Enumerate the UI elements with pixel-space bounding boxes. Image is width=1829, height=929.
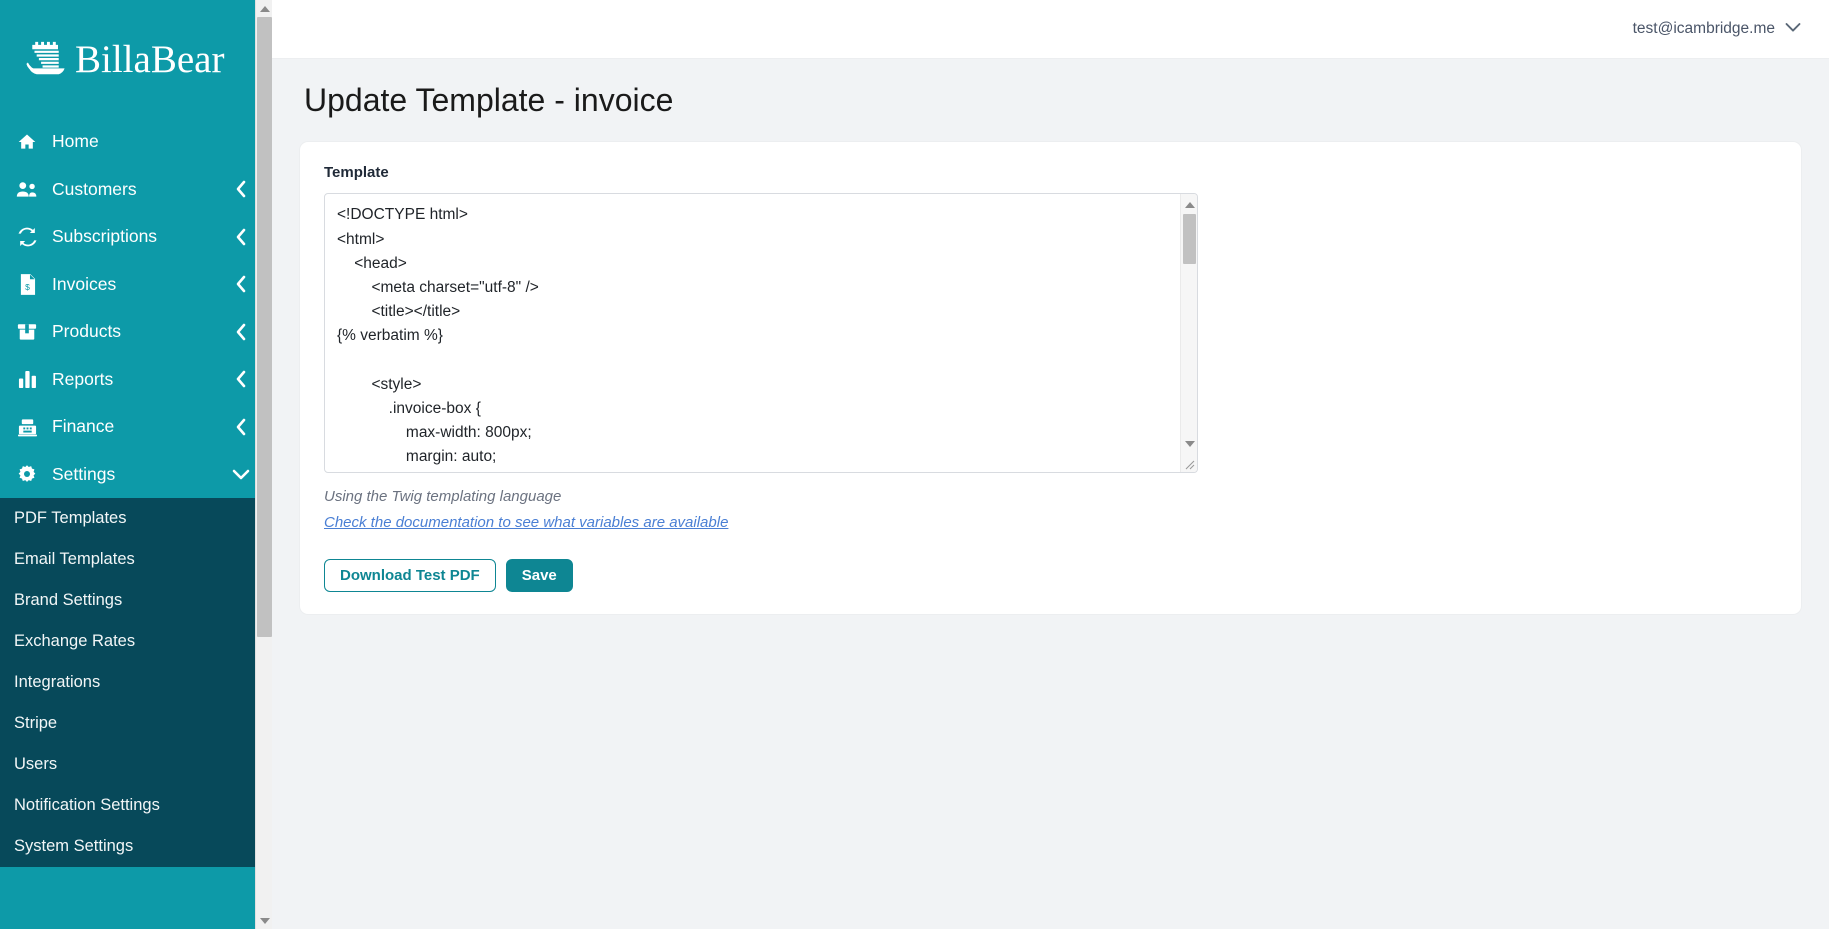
submenu-label: Integrations (14, 673, 101, 691)
topbar: test@icambridge.me (272, 0, 1829, 59)
sidebar-scrollbar-thumb[interactable] (257, 17, 272, 637)
settings-submenu: PDF Templates Email Templates Brand Sett… (0, 498, 272, 867)
form-actions: Download Test PDF Save (324, 559, 1789, 593)
textarea-scroll-up-icon[interactable] (1181, 196, 1197, 213)
chevron-left-icon (232, 180, 250, 198)
sidebar: BillaBear Home Customers Subscriptions $… (0, 0, 272, 929)
sidebar-label: Home (52, 131, 99, 152)
submenu-label: Brand Settings (14, 591, 123, 609)
chevron-down-icon (1785, 20, 1801, 38)
sidebar-item-invoices[interactable]: $ Invoices (0, 261, 272, 309)
submenu-label: Users (14, 755, 58, 773)
user-menu[interactable]: test@icambridge.me (1633, 20, 1801, 38)
textarea-scrollbar[interactable] (1180, 194, 1197, 473)
submenu-item-stripe[interactable]: Stripe (0, 703, 272, 744)
submenu-item-brand-settings[interactable]: Brand Settings (0, 580, 272, 621)
chevron-left-icon (232, 370, 250, 388)
sidebar-item-customers[interactable]: Customers (0, 166, 272, 214)
sidebar-nav: Home Customers Subscriptions $ Invoices … (0, 118, 272, 498)
template-textarea[interactable]: <!DOCTYPE html> <html> <head> <meta char… (324, 193, 1198, 474)
submenu-item-exchange-rates[interactable]: Exchange Rates (0, 621, 272, 662)
sidebar-label: Settings (52, 463, 116, 484)
brand-logo[interactable]: BillaBear (0, 0, 272, 118)
chevron-left-icon (232, 228, 250, 246)
sidebar-label: Finance (52, 416, 115, 437)
gear-icon (14, 464, 40, 484)
sidebar-item-reports[interactable]: Reports (0, 356, 272, 404)
sidebar-item-home[interactable]: Home (0, 118, 272, 166)
submenu-label: Stripe (14, 714, 58, 732)
sidebar-scrollbar[interactable] (255, 0, 272, 929)
bar-chart-icon (14, 370, 40, 389)
sidebar-label: Invoices (52, 273, 117, 294)
submenu-label: Email Templates (14, 550, 135, 568)
submenu-item-system-settings[interactable]: System Settings (0, 826, 272, 867)
box-icon (14, 322, 40, 341)
submenu-label: System Settings (14, 837, 134, 855)
user-email: test@icambridge.me (1632, 20, 1775, 37)
main-content: test@icambridge.me Update Template - inv… (272, 0, 1829, 929)
submenu-item-integrations[interactable]: Integrations (0, 662, 272, 703)
scroll-down-arrow-icon[interactable] (256, 912, 272, 929)
sidebar-item-products[interactable]: Products (0, 308, 272, 356)
sidebar-item-finance[interactable]: Finance (0, 403, 272, 451)
submenu-label: Exchange Rates (14, 632, 136, 650)
textarea-scroll-down-icon[interactable] (1181, 435, 1197, 452)
textarea-scrollbar-thumb[interactable] (1183, 214, 1196, 265)
sidebar-label: Customers (52, 178, 137, 199)
scroll-up-arrow-icon[interactable] (256, 0, 272, 17)
submenu-item-pdf-templates[interactable]: PDF Templates (0, 498, 272, 539)
submenu-label: PDF Templates (14, 509, 127, 527)
template-field-label: Template (324, 164, 389, 182)
page-body: Update Template - invoice Template <!DOC… (272, 59, 1829, 615)
cash-register-icon (14, 417, 40, 437)
svg-text:$: $ (25, 282, 30, 292)
sync-icon (14, 227, 40, 247)
bear-logo-icon (22, 36, 69, 83)
sidebar-item-settings[interactable]: Settings (0, 451, 272, 499)
template-textarea-value: <!DOCTYPE html> <html> <head> <meta char… (337, 206, 539, 466)
submenu-item-notification-settings[interactable]: Notification Settings (0, 785, 272, 826)
documentation-link[interactable]: Check the documentation to see what vari… (324, 514, 728, 531)
download-test-pdf-button[interactable]: Download Test PDF (324, 559, 496, 593)
app-root: BillaBear Home Customers Subscriptions $… (0, 0, 1829, 929)
brand-name: BillaBear (75, 37, 225, 81)
save-button[interactable]: Save (505, 559, 573, 593)
page-title: Update Template - invoice (304, 82, 674, 118)
template-form-card: Template <!DOCTYPE html> <html> <head> <… (300, 142, 1801, 615)
sidebar-label: Reports (52, 368, 114, 389)
sidebar-label: Products (52, 321, 122, 342)
chevron-left-icon (232, 275, 250, 293)
template-hint: Using the Twig templating language (324, 488, 562, 506)
submenu-label: Notification Settings (14, 796, 160, 814)
invoice-icon: $ (14, 273, 40, 295)
chevron-left-icon (232, 418, 250, 436)
home-icon (14, 132, 40, 152)
chevron-down-icon (232, 465, 250, 483)
submenu-item-users[interactable]: Users (0, 744, 272, 785)
textarea-resize-handle[interactable] (1181, 456, 1196, 471)
sidebar-item-subscriptions[interactable]: Subscriptions (0, 213, 272, 261)
users-icon (14, 179, 40, 199)
sidebar-label: Subscriptions (52, 226, 158, 247)
chevron-left-icon (232, 323, 250, 341)
submenu-item-email-templates[interactable]: Email Templates (0, 539, 272, 580)
